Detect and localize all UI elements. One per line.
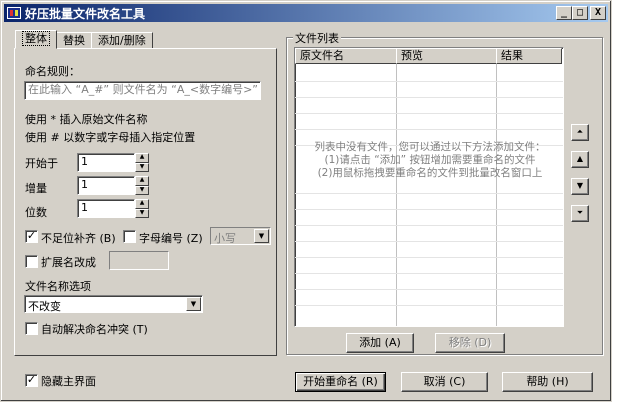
pad-zero-label[interactable]: 不足位补齐 (B) xyxy=(41,230,116,246)
minimize-button[interactable]: _ xyxy=(556,6,572,20)
ext-change-checkbox[interactable] xyxy=(25,255,38,268)
digits-input[interactable]: 1 xyxy=(77,199,135,218)
auto-resolve-checkbox[interactable] xyxy=(25,322,38,335)
step-input[interactable]: 1 xyxy=(77,176,135,195)
spin-up-icon[interactable]: ▲ xyxy=(135,176,149,186)
row-divider xyxy=(295,225,563,226)
move-bottom-icon: ⏷ xyxy=(576,208,584,217)
hide-main-checkbox[interactable]: ✓ xyxy=(25,374,38,387)
name-option-label: 文件名称选项 xyxy=(25,280,91,293)
window-controls: _ □ X xyxy=(556,6,606,20)
pad-zero-checkbox[interactable]: ✓ xyxy=(25,230,38,243)
column-divider xyxy=(496,64,497,326)
rule-label: 命名规则： xyxy=(25,65,80,78)
column-divider xyxy=(396,64,397,326)
tab-overall[interactable]: 整体 xyxy=(15,30,57,49)
file-list-group-title: 文件列表 xyxy=(293,30,341,46)
letter-num-checkbox[interactable] xyxy=(123,230,136,243)
row-divider xyxy=(295,193,563,194)
cancel-button[interactable]: 取消 (C) xyxy=(401,372,488,392)
maximize-button[interactable]: □ xyxy=(572,6,588,20)
column-original-name[interactable]: 原文件名 xyxy=(295,48,397,64)
move-top-button[interactable]: ⏶ xyxy=(571,124,589,141)
row-divider xyxy=(295,81,563,82)
ext-input xyxy=(109,251,169,270)
column-result[interactable]: 结果 xyxy=(496,48,562,64)
empty-line-3: (2)用鼠标拖拽要重命名的文件到批量改名窗口上 xyxy=(317,167,543,179)
name-option-select[interactable]: 不改变 ▼ xyxy=(24,295,203,313)
row-divider xyxy=(295,113,563,114)
row-divider xyxy=(295,305,563,306)
letter-num-label[interactable]: 字母编号 (Z) xyxy=(139,230,203,246)
close-button[interactable]: X xyxy=(590,6,606,20)
chevron-down-icon[interactable]: ▼ xyxy=(186,297,201,311)
app-icon xyxy=(7,7,21,19)
step-label: 增量 xyxy=(25,182,47,195)
hide-main-label[interactable]: 隐藏主界面 xyxy=(41,373,96,389)
move-up-button[interactable]: ▲ xyxy=(571,151,589,168)
move-bottom-button[interactable]: ⏷ xyxy=(571,205,589,222)
start-spinner[interactable]: ▲ ▼ xyxy=(135,153,149,172)
move-down-button[interactable]: ▼ xyxy=(571,178,589,195)
step-spinner[interactable]: ▲ ▼ xyxy=(135,176,149,195)
tab-strip: 整体 替换 添加/删除 xyxy=(15,30,153,49)
tab-overall-label: 整体 xyxy=(22,31,50,46)
row-divider xyxy=(295,257,563,258)
case-select-value: 小写 xyxy=(214,232,236,245)
add-button[interactable]: 添加 (A) xyxy=(346,333,414,353)
check-icon: ✓ xyxy=(26,229,37,242)
row-divider xyxy=(295,241,563,242)
row-divider xyxy=(295,273,563,274)
start-label: 开始于 xyxy=(25,157,58,170)
auto-resolve-label[interactable]: 自动解决命名冲突 (T) xyxy=(41,321,148,337)
title-bar[interactable]: 好压批量文件改名工具 _ □ X xyxy=(4,4,608,22)
move-top-icon: ⏶ xyxy=(576,127,584,136)
spin-down-icon[interactable]: ▼ xyxy=(135,162,149,172)
empty-list-message: 列表中没有文件，您可以通过以下方法添加文件： (1)请点击 “添加” 按钮增加需… xyxy=(295,141,563,180)
start-input[interactable]: 1 xyxy=(77,153,135,172)
window-title: 好压批量文件改名工具 xyxy=(25,6,146,21)
tab-replace[interactable]: 替换 xyxy=(56,32,92,49)
row-divider xyxy=(295,129,563,130)
column-preview[interactable]: 预览 xyxy=(396,48,497,64)
remove-button[interactable]: 移除 (D) xyxy=(435,333,505,353)
row-divider xyxy=(295,209,563,210)
rule-input[interactable]: 在此输入 “A_#” 则文件名为 “A_<数字编号>” xyxy=(24,81,261,100)
empty-line-2: (1)请点击 “添加” 按钮增加需要重命名的文件 xyxy=(324,154,536,166)
check-icon: ✓ xyxy=(26,373,37,386)
digits-spinner[interactable]: ▲ ▼ xyxy=(135,199,149,218)
move-down-icon: ▼ xyxy=(576,181,584,190)
digits-label: 位数 xyxy=(25,206,47,219)
spin-down-icon[interactable]: ▼ xyxy=(135,185,149,195)
ext-change-label[interactable]: 扩展名改成 xyxy=(41,254,96,270)
case-select: 小写 ▼ xyxy=(210,227,271,245)
rename-tool-window: 好压批量文件改名工具 _ □ X 整体 替换 添加/删除 命名规则： 在此输入 … xyxy=(0,0,612,402)
empty-line-1: 列表中没有文件，您可以通过以下方法添加文件： xyxy=(314,141,546,153)
move-up-icon: ▲ xyxy=(576,154,584,163)
help-button[interactable]: 帮助 (H) xyxy=(502,372,593,392)
row-divider xyxy=(295,97,563,98)
spin-up-icon[interactable]: ▲ xyxy=(135,199,149,209)
file-list[interactable]: 原文件名 预览 结果 列表中没有文件，您可以通过以下方法添加文件： (1)请点击… xyxy=(294,47,564,327)
spin-up-icon[interactable]: ▲ xyxy=(135,153,149,163)
spin-down-icon[interactable]: ▼ xyxy=(135,208,149,218)
row-divider xyxy=(295,289,563,290)
hint-hash: 使用 # 以数字或字母插入指定位置 xyxy=(25,131,196,144)
tab-add-delete[interactable]: 添加/删除 xyxy=(91,32,153,49)
start-rename-button[interactable]: 开始重命名 (R) xyxy=(295,372,386,392)
hint-star: 使用 * 插入原始文件名称 xyxy=(25,113,148,126)
name-option-value: 不改变 xyxy=(28,300,61,313)
chevron-down-icon: ▼ xyxy=(254,229,269,243)
